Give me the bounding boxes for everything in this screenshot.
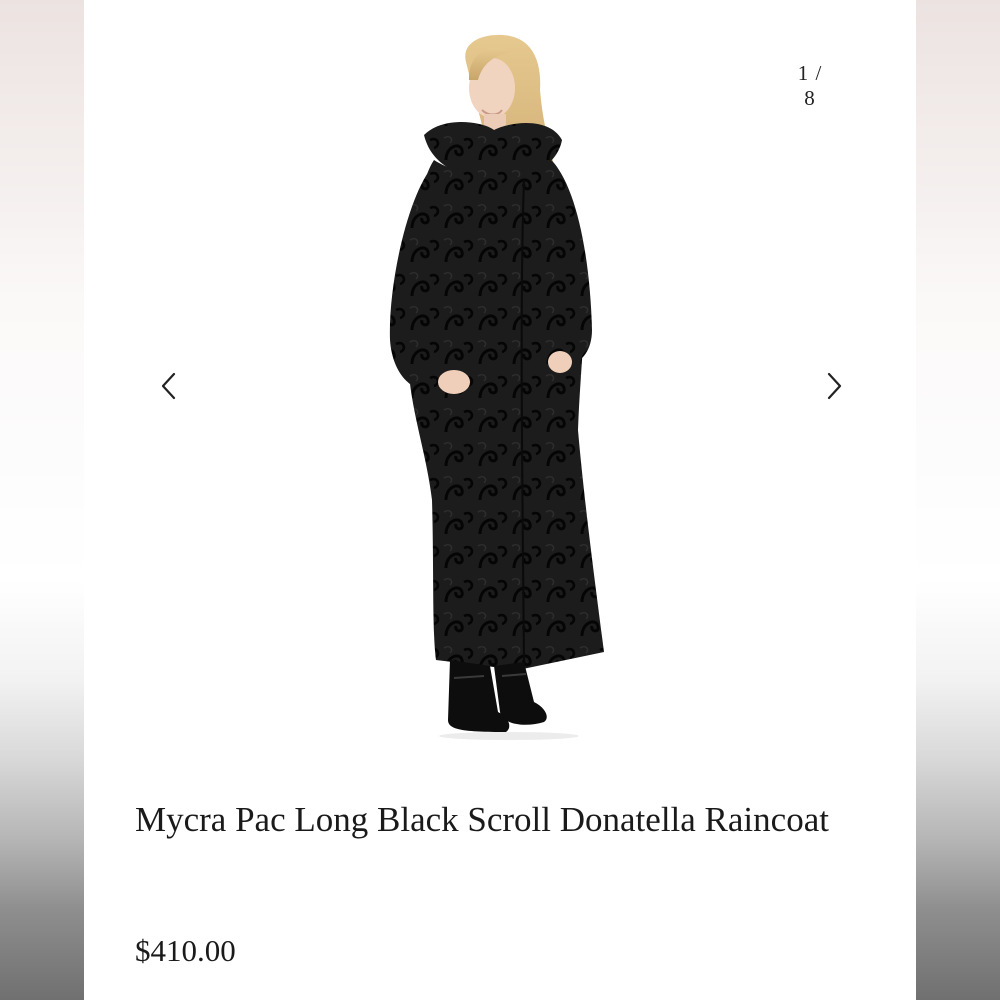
right-backdrop — [916, 0, 1000, 1000]
chevron-left-icon — [161, 372, 176, 400]
image-counter: 1 / 8 — [797, 61, 823, 110]
previous-image-button[interactable] — [151, 366, 187, 406]
product-price: $410.00 — [135, 933, 236, 968]
screenshot-frame: 1 / 8 Mycra Pac Long Black Scroll Donate… — [0, 0, 1000, 1000]
product-photo[interactable] — [374, 30, 644, 740]
next-image-button[interactable] — [816, 366, 852, 406]
product-title: Mycra Pac Long Black Scroll Donatella Ra… — [135, 800, 829, 839]
left-backdrop — [0, 0, 84, 1000]
product-card: 1 / 8 Mycra Pac Long Black Scroll Donate… — [84, 0, 916, 1000]
chevron-right-icon — [827, 372, 842, 400]
